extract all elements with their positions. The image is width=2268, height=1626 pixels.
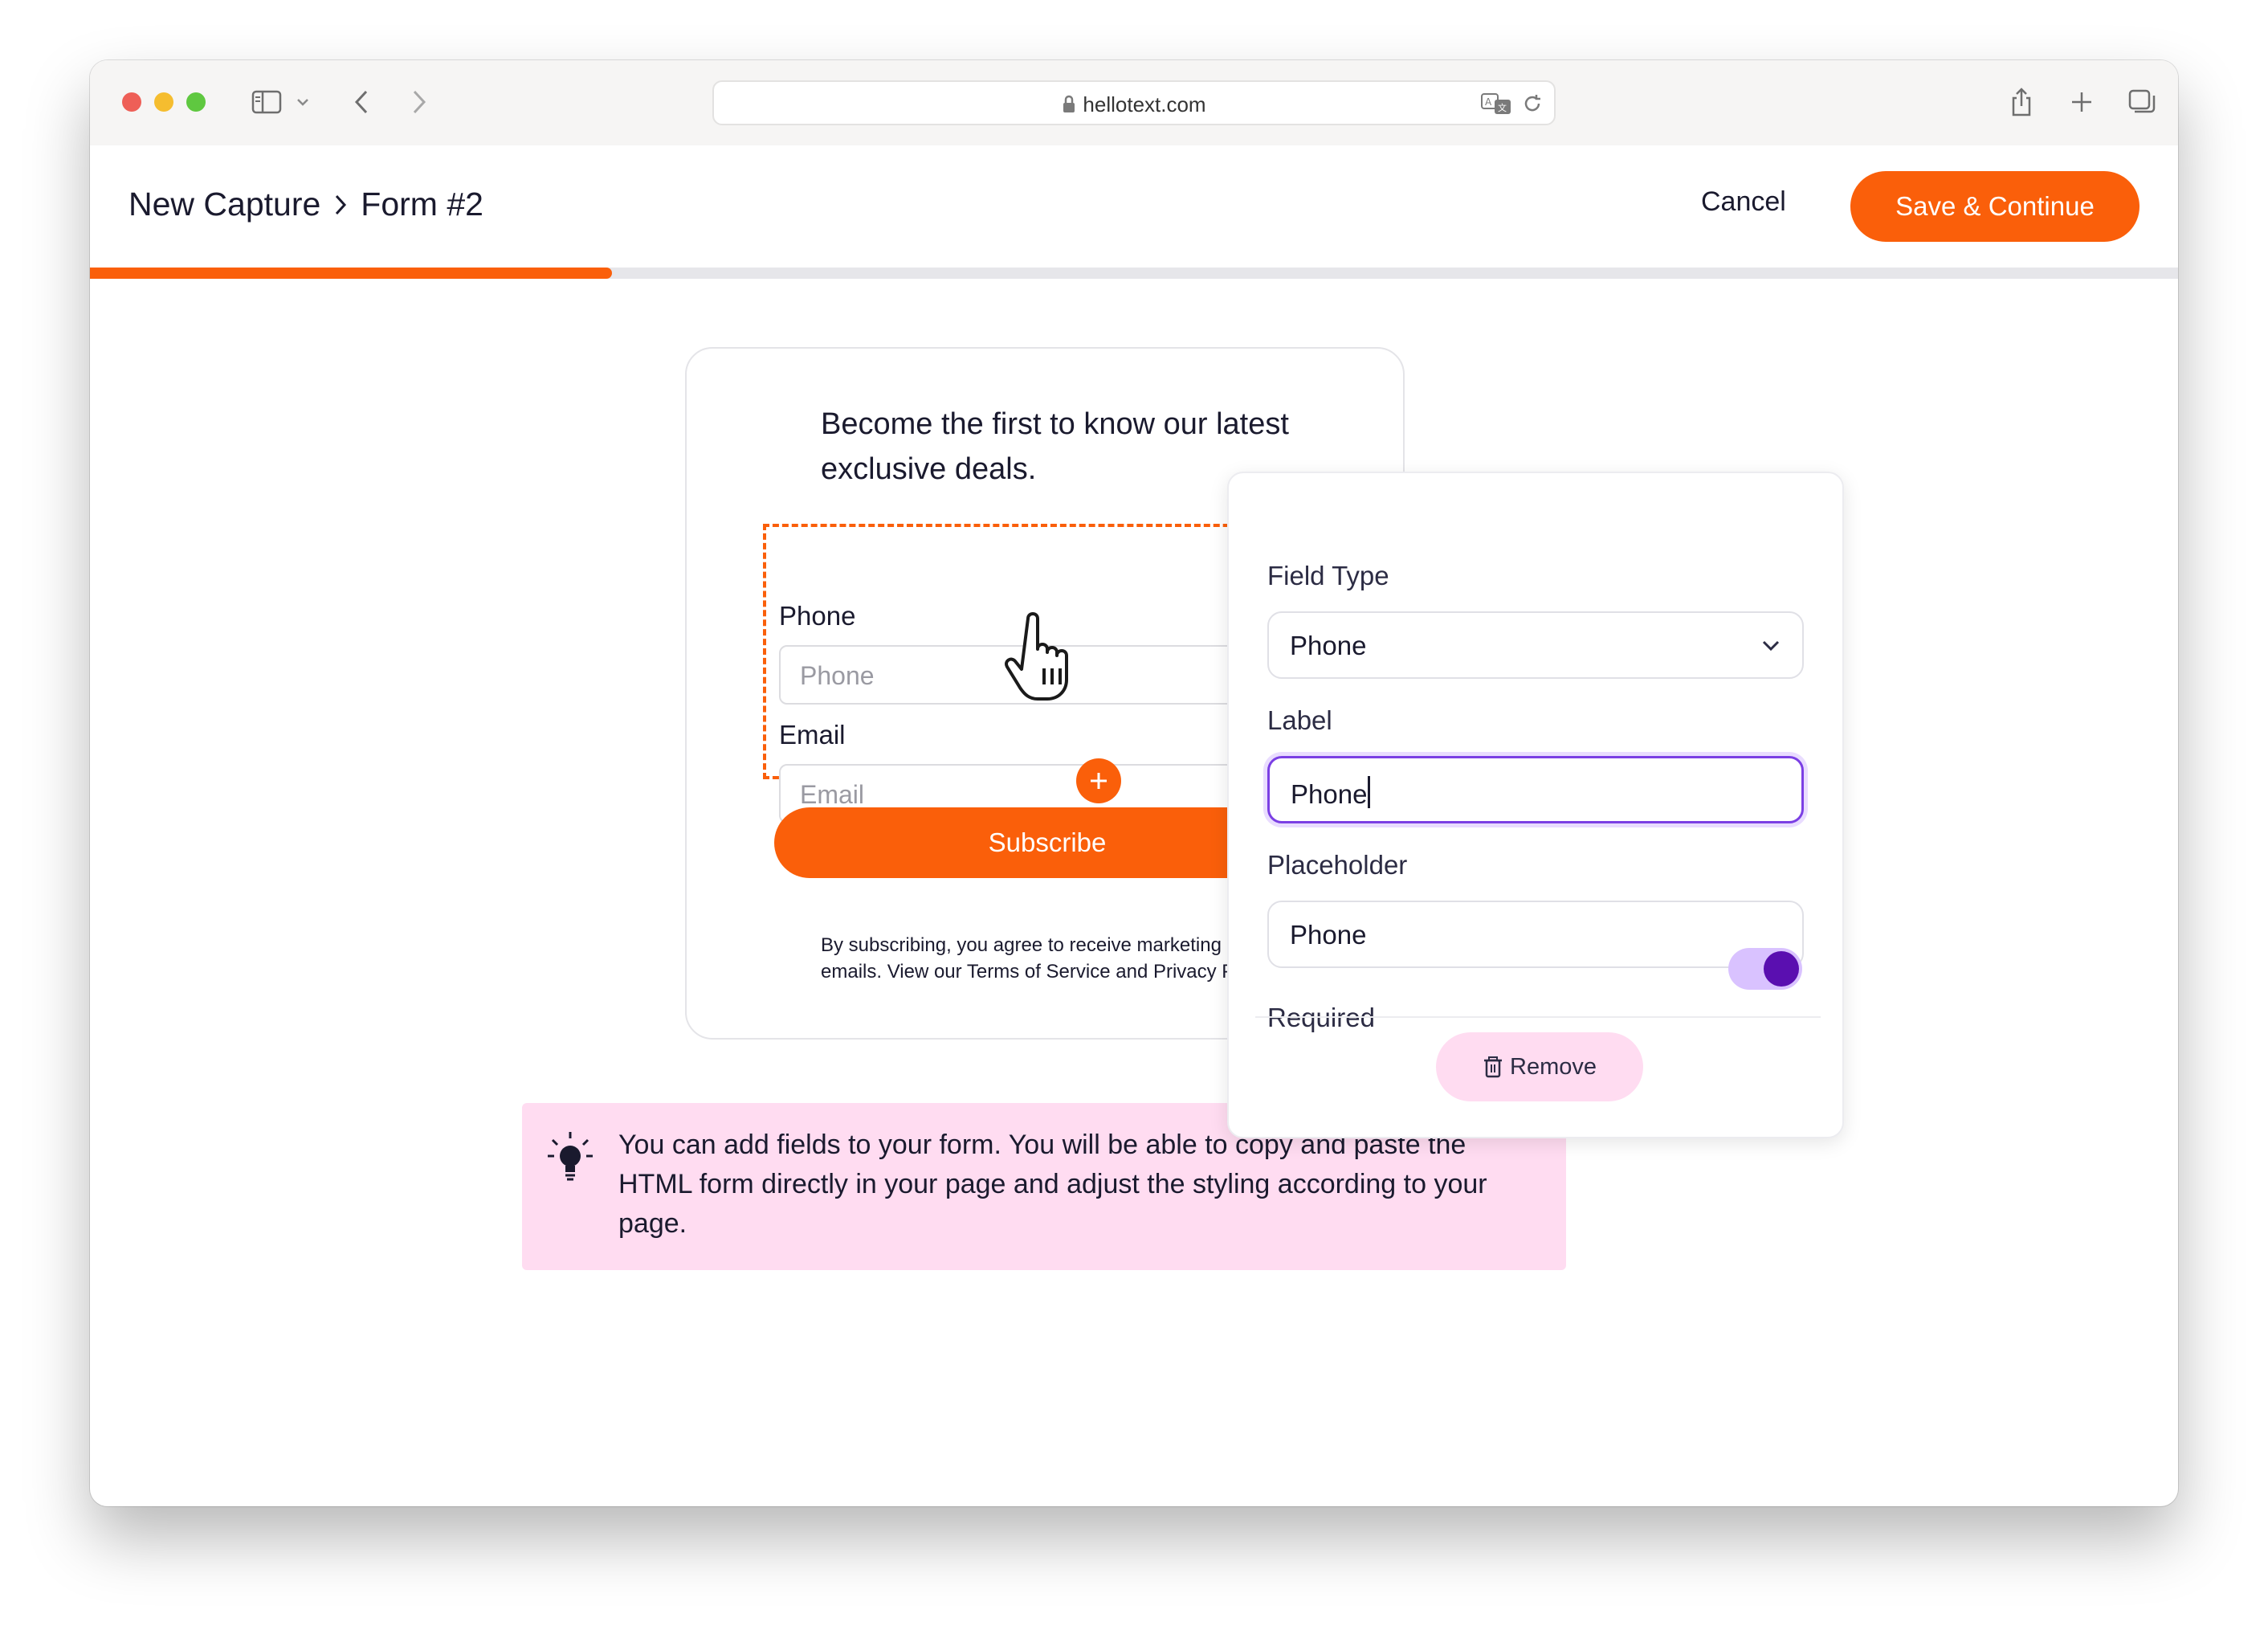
text-caret <box>1368 776 1371 808</box>
close-window-button[interactable] <box>122 92 141 112</box>
chevron-down-icon[interactable] <box>291 84 315 120</box>
forward-arrow-icon[interactable] <box>403 84 435 120</box>
breadcrumb-form: Form #2 <box>361 186 483 223</box>
share-icon[interactable] <box>2005 84 2038 120</box>
breadcrumb: New Capture Form #2 <box>128 186 483 223</box>
progress-bar <box>90 268 2178 279</box>
minimize-window-button[interactable] <box>154 92 173 112</box>
phone-field-label: Phone <box>779 601 856 631</box>
add-field-button[interactable] <box>1076 758 1121 803</box>
label-input-value: Phone <box>1291 779 1368 809</box>
save-continue-button[interactable]: Save & Continue <box>1850 171 2140 242</box>
field-type-label: Field Type <box>1267 561 1389 590</box>
placeholder-field-label: Placeholder <box>1267 850 1408 880</box>
translate-icon[interactable]: A文 <box>1480 92 1512 120</box>
remove-field-button[interactable]: Remove <box>1436 1032 1643 1101</box>
url-text: hellotext.com <box>1083 92 1206 116</box>
email-field-label: Email <box>779 720 846 750</box>
required-toggle[interactable] <box>1728 948 1802 990</box>
cancel-button[interactable]: Cancel <box>1696 186 1791 219</box>
label-field-label: Label <box>1267 705 1332 735</box>
tab-overview-icon[interactable] <box>2126 84 2158 120</box>
svg-text:文: 文 <box>1498 102 1507 113</box>
email-input-placeholder: Email <box>800 780 865 809</box>
field-type-select[interactable]: Phone <box>1267 611 1804 679</box>
placeholder-input-value: Phone <box>1290 920 1367 950</box>
breadcrumb-new-capture[interactable]: New Capture <box>128 186 320 223</box>
plus-icon <box>1091 773 1107 789</box>
app-header: New Capture Form #2 Cancel Save & Contin… <box>90 145 2178 266</box>
trash-icon <box>1484 1056 1502 1078</box>
disclaimer-text: By subscribing, you agree to receive mar… <box>821 932 1271 990</box>
back-arrow-icon[interactable] <box>345 84 377 120</box>
toggle-knob <box>1764 951 1799 987</box>
disclaimer-line-1: By subscribing, you agree to receive mar… <box>821 934 1222 956</box>
chevron-down-icon <box>1760 635 1781 660</box>
chevron-right-icon <box>333 193 348 217</box>
field-type-value: Phone <box>1290 631 1367 660</box>
remove-label: Remove <box>1510 1053 1597 1080</box>
svg-text:A: A <box>1485 96 1492 108</box>
label-input[interactable]: Phone <box>1267 756 1804 823</box>
phone-input-placeholder: Phone <box>800 661 875 690</box>
browser-toolbar: hellotext.com A文 <box>90 60 2178 146</box>
hand-cursor-icon <box>1004 611 1084 711</box>
required-label: Required <box>1267 1003 1375 1032</box>
placeholder-input[interactable]: Phone <box>1267 901 1804 968</box>
new-tab-icon[interactable] <box>2066 84 2098 120</box>
zoom-window-button[interactable] <box>186 92 206 112</box>
reload-icon[interactable] <box>1522 93 1543 118</box>
progress-fill <box>90 268 612 279</box>
lock-icon <box>1063 95 1075 112</box>
tip-text: You can add fields to your form. You wil… <box>618 1130 1487 1239</box>
disclaimer-line-2: emails. View our Terms of Service and Pr… <box>821 961 1235 983</box>
panel-divider <box>1255 1016 1821 1018</box>
sidebar-toggle-icon[interactable] <box>247 84 287 120</box>
address-bar[interactable]: hellotext.com A文 <box>712 80 1556 125</box>
lightbulb-icon <box>546 1130 594 1186</box>
